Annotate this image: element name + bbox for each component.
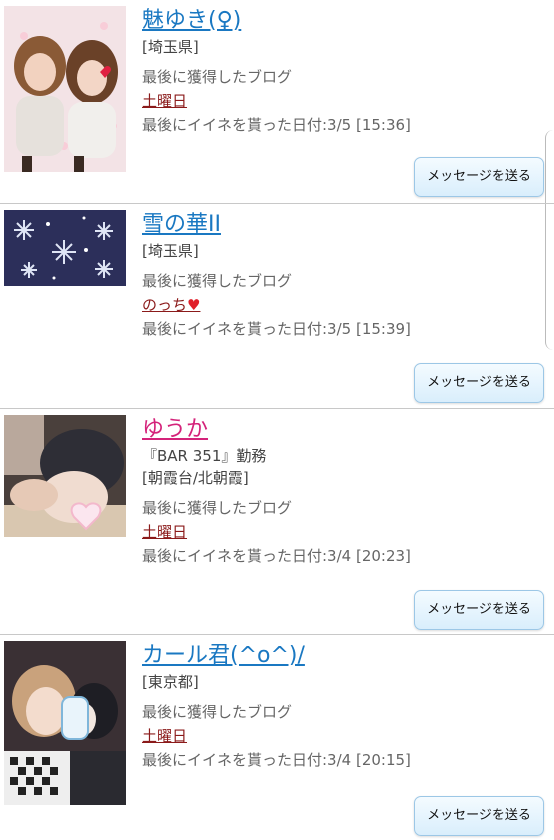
blog-label: 最後に獲得したブログ	[142, 703, 293, 721]
send-message-button[interactable]: メッセージを送る	[414, 796, 544, 836]
member-name-link[interactable]: カール君(^o^)/	[142, 641, 544, 671]
member-info: 雪の華II [埼玉県] 最後に獲得したブログ のっち♥ 最後にイイネを貰った日付…	[142, 210, 544, 340]
blog-label: 最後に獲得したブログ	[142, 68, 293, 86]
blog-label: 最後に獲得したブログ	[142, 499, 293, 517]
last-liked-date: 最後にイイネを貰った日付:3/5 [15:39]	[142, 320, 411, 338]
last-liked-date: 最後にイイネを貰った日付:3/4 [20:23]	[142, 547, 411, 565]
last-liked-date: 最後にイイネを貰った日付:3/4 [20:15]	[142, 751, 411, 769]
blog-label: 最後に獲得したブログ	[142, 272, 293, 290]
last-liked-date: 最後にイイネを貰った日付:3/5 [15:36]	[142, 116, 411, 134]
member-info: ゆうか 『BAR 351』勤務 [朝霞台/北朝霞] 最後に獲得したブログ 土曜日…	[142, 415, 544, 567]
send-message-button[interactable]: メッセージを送る	[414, 363, 544, 403]
profile-photo[interactable]	[4, 210, 126, 286]
member-entry: 雪の華II [埼玉県] 最後に獲得したブログ のっち♥ 最後にイイネを貰った日付…	[0, 204, 554, 409]
member-name-link[interactable]: 魅ゆき(♀)	[142, 6, 544, 36]
member-entry: カール君(^o^)/ [東京都] 最後に獲得したブログ 土曜日 最後にイイネを貰…	[0, 635, 554, 840]
member-name-link[interactable]: 雪の華II	[142, 210, 544, 240]
member-location: [埼玉県]	[142, 242, 199, 260]
member-entry: ゆうか 『BAR 351』勤務 [朝霞台/北朝霞] 最後に獲得したブログ 土曜日…	[0, 409, 554, 635]
send-message-button[interactable]: メッセージを送る	[414, 590, 544, 630]
blog-title-link[interactable]: 土曜日	[142, 519, 544, 545]
send-message-button[interactable]: メッセージを送る	[414, 157, 544, 197]
profile-photo[interactable]	[4, 6, 126, 172]
member-name-link[interactable]: ゆうか	[142, 415, 544, 445]
member-info: 魅ゆき(♀) [埼玉県] 最後に獲得したブログ 土曜日 最後にイイネを貰った日付…	[142, 6, 544, 136]
member-entry: 魅ゆき(♀) [埼玉県] 最後に獲得したブログ 土曜日 最後にイイネを貰った日付…	[0, 0, 554, 204]
heart-icon: ♥	[187, 296, 201, 314]
member-workplace: 『BAR 351』勤務	[142, 447, 267, 465]
blog-title-link[interactable]: 土曜日	[142, 723, 544, 749]
member-location: [東京都]	[142, 673, 199, 691]
member-info: カール君(^o^)/ [東京都] 最後に獲得したブログ 土曜日 最後にイイネを貰…	[142, 641, 544, 771]
profile-photo[interactable]	[4, 415, 126, 537]
blog-title-link[interactable]: 土曜日	[142, 88, 544, 114]
member-location: [埼玉県]	[142, 38, 199, 56]
profile-photo[interactable]	[4, 641, 126, 805]
member-location: [朝霞台/北朝霞]	[142, 469, 249, 487]
blog-title-link[interactable]: のっち♥	[142, 292, 544, 318]
